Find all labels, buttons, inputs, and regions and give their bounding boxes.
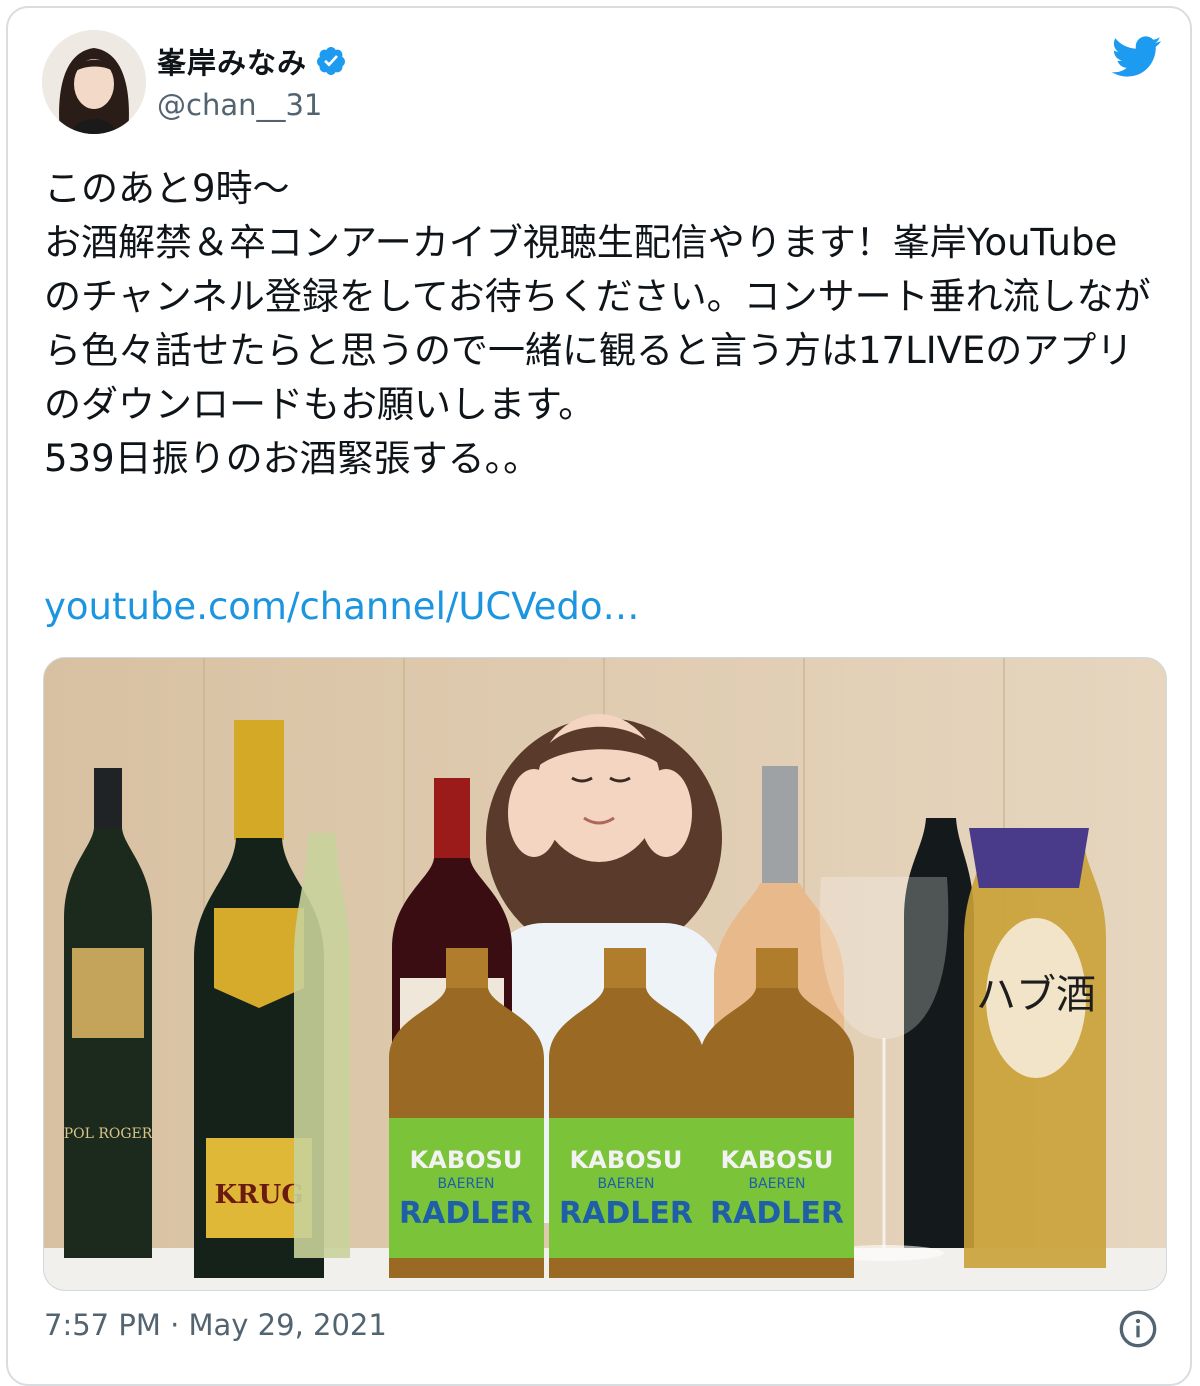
svg-text:BAEREN: BAEREN — [597, 1176, 654, 1192]
svg-text:KABOSU: KABOSU — [570, 1146, 683, 1174]
author-row: 峯岸みなみ — [157, 40, 347, 82]
svg-text:RADLER: RADLER — [559, 1196, 693, 1231]
author-handle[interactable]: @chan__31 — [157, 88, 322, 122]
bottle-label-polroger: POL ROGER — [64, 1126, 153, 1142]
svg-text:BAEREN: BAEREN — [748, 1176, 805, 1192]
info-icon[interactable] — [1118, 1309, 1158, 1349]
bottle-label-krug: KRUG — [214, 1180, 303, 1210]
bottle-label-habushu: ハブ酒 — [976, 972, 1096, 1018]
photo-illustration: POL ROGER KRUG ハブ酒 KABOSU BAEREN RADLER … — [44, 658, 1166, 1290]
verified-badge-icon — [317, 47, 346, 75]
tweet-text: このあと9時〜 お酒解禁＆卒コンアーカイブ視聴生配信やります！峯岸YouTube… — [44, 167, 1151, 480]
tweet-photo[interactable]: POL ROGER KRUG ハブ酒 KABOSU BAEREN RADLER … — [43, 657, 1167, 1291]
avatar[interactable] — [42, 30, 146, 134]
author-name[interactable]: 峯岸みなみ — [157, 40, 307, 82]
svg-text:RADLER: RADLER — [710, 1196, 844, 1231]
svg-text:BAEREN: BAEREN — [437, 1176, 494, 1192]
tweet-link[interactable]: youtube.com/channel/UCVedo… — [44, 580, 640, 634]
tweet-timestamp[interactable]: 7:57 PM · May 29, 2021 — [44, 1308, 387, 1342]
svg-text:KABOSU: KABOSU — [410, 1146, 523, 1174]
svg-text:RADLER: RADLER — [399, 1196, 533, 1231]
twitter-bird-icon[interactable] — [1112, 36, 1162, 78]
svg-text:KABOSU: KABOSU — [721, 1146, 834, 1174]
